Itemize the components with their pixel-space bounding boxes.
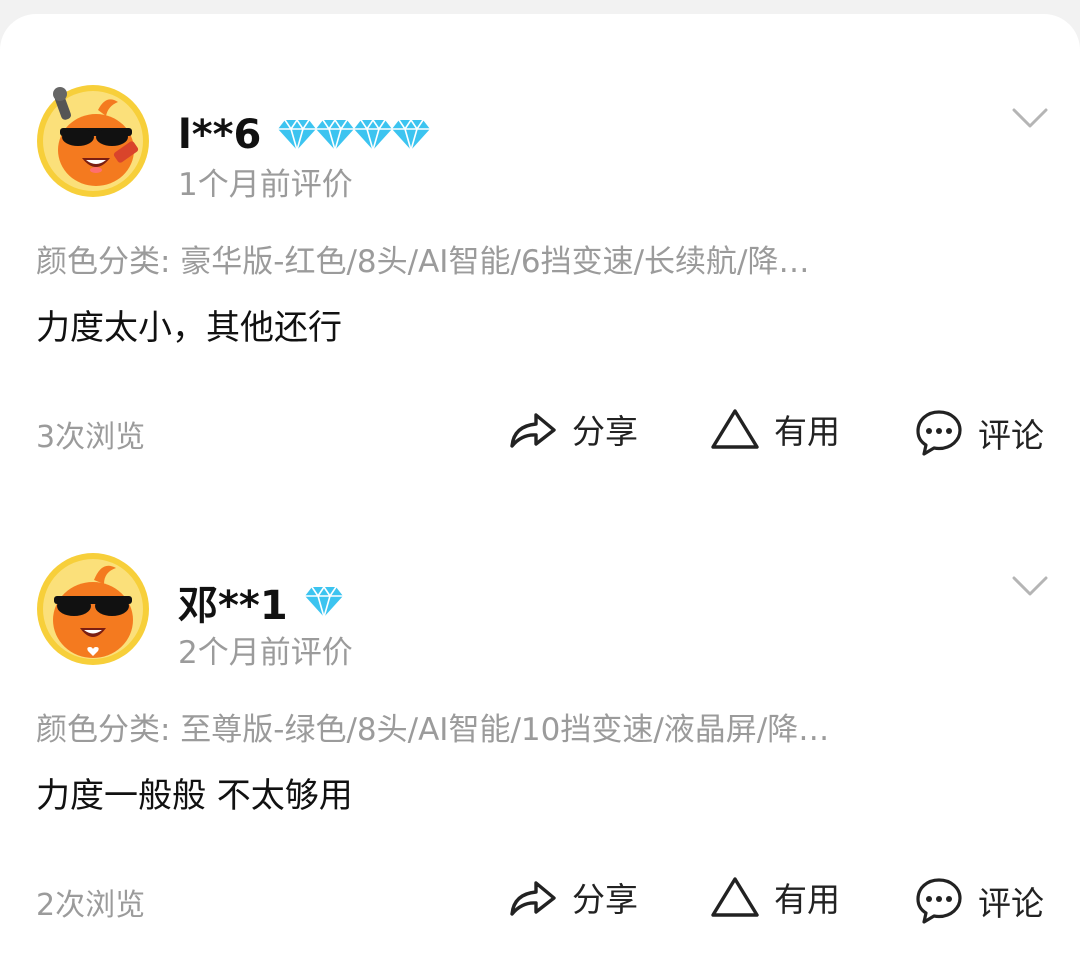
member-level-badge <box>277 118 431 152</box>
diamond-icon <box>278 118 317 152</box>
useful-label: 有用 <box>774 880 840 919</box>
share-arrow-icon <box>510 413 556 448</box>
diamond-icon <box>392 118 431 152</box>
member-level-badge <box>304 585 343 619</box>
username-text: l**6 <box>178 112 262 158</box>
useful-button[interactable]: 有用 <box>710 404 840 454</box>
username[interactable]: l**6 <box>178 110 431 160</box>
triangle-icon <box>711 409 759 449</box>
review-time: 2个月前评价 <box>178 635 353 671</box>
comment-label: 评论 <box>978 884 1044 923</box>
comment-bubble-icon <box>916 410 962 456</box>
view-count: 2次浏览 <box>36 888 146 923</box>
chevron-down-icon[interactable] <box>1010 570 1050 600</box>
comment-label: 评论 <box>978 416 1044 455</box>
diamond-icon <box>316 118 355 152</box>
comment-button[interactable]: 评论 <box>914 408 1044 458</box>
diamond-icon <box>304 585 343 619</box>
review-content: 力度一般般 不太够用 <box>36 776 353 816</box>
triangle-icon <box>711 877 759 917</box>
reviews-card: l**6 1个月前评价 颜色分类: 豪华版-红色/8头/AI智能/6挡变速/长续… <box>0 14 1080 953</box>
username[interactable]: 邓**1 <box>178 577 343 629</box>
avatar[interactable] <box>36 84 150 198</box>
avatar[interactable] <box>36 552 150 666</box>
share-arrow-icon <box>510 881 556 916</box>
comment-button[interactable]: 评论 <box>914 876 1044 926</box>
diamond-icon <box>354 118 393 152</box>
sku-spec: 颜色分类: 至尊版-绿色/8头/AI智能/10挡变速/液晶屏/降… <box>36 712 830 748</box>
chevron-down-icon[interactable] <box>1010 102 1050 132</box>
useful-label: 有用 <box>774 412 840 451</box>
share-label: 分享 <box>572 412 638 451</box>
sku-spec: 颜色分类: 豪华版-红色/8头/AI智能/6挡变速/长续航/降… <box>36 244 810 280</box>
view-count: 3次浏览 <box>36 420 146 455</box>
share-button[interactable]: 分享 <box>508 404 638 454</box>
review-content: 力度太小，其他还行 <box>36 308 342 348</box>
username-text: 邓**1 <box>178 583 288 629</box>
review-time: 1个月前评价 <box>178 167 353 203</box>
comment-bubble-icon <box>916 878 962 924</box>
useful-button[interactable]: 有用 <box>710 872 840 922</box>
share-label: 分享 <box>572 880 638 919</box>
share-button[interactable]: 分享 <box>508 872 638 922</box>
